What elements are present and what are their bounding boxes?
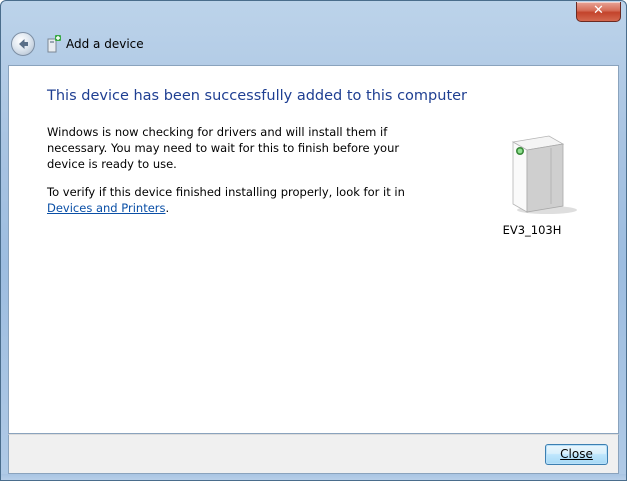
device-tower-icon: [511, 135, 577, 214]
window-title: Add a device: [66, 37, 144, 51]
close-icon: ✕: [593, 3, 604, 18]
driver-message: Windows is now checking for drivers and …: [47, 125, 400, 171]
page-heading: This device has been successfully added …: [47, 88, 468, 104]
title-bar[interactable]: ✕ Add a device: [1, 1, 626, 63]
add-device-icon: [47, 35, 61, 53]
close-button-label: Close: [560, 447, 593, 461]
close-button[interactable]: Close: [545, 444, 608, 465]
window-bottom-border: [1, 474, 626, 480]
add-device-window: ✕ Add a device This device has been succ…: [0, 0, 627, 481]
back-arrow-icon: [19, 39, 28, 49]
content-panel: This device has been successfully added …: [8, 65, 619, 434]
verify-text: To verify if this device finished instal…: [47, 185, 405, 199]
window-close-button[interactable]: ✕: [576, 2, 621, 22]
device-name: EV3_103H: [502, 223, 562, 237]
back-button[interactable]: [11, 32, 35, 56]
verify-message: To verify if this device finished instal…: [47, 184, 417, 216]
devices-and-printers-link[interactable]: Devices and Printers: [47, 201, 166, 215]
dialog-footer: Close: [8, 434, 619, 474]
verify-period: .: [165, 201, 170, 215]
